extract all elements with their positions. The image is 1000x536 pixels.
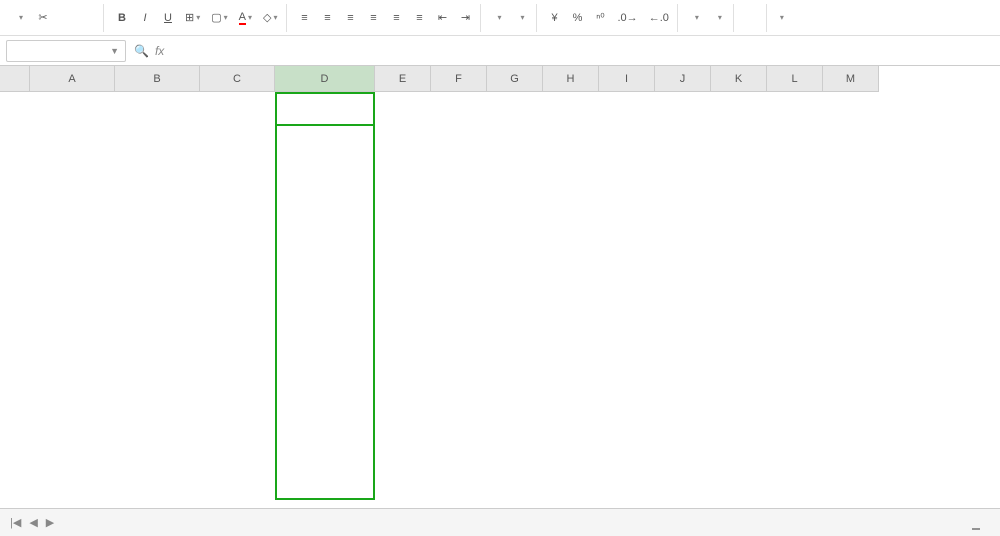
active-cell: [275, 92, 375, 126]
toolbar: ✂ B I U ⊞ ▢ A ◇ ≡ ≡ ≡ ≡ ≡ ≡ ⇤ ⇥ ¥ % ⁿ⁰ .…: [0, 0, 1000, 36]
paste-button[interactable]: [10, 7, 30, 29]
grid-area: ABCDEFGHIJKLM: [0, 66, 1000, 508]
col-header-F[interactable]: F: [431, 66, 487, 92]
col-header-K[interactable]: K: [711, 66, 767, 92]
comma-icon[interactable]: ⁿ⁰: [591, 7, 611, 29]
align-center-icon[interactable]: ≡: [387, 7, 407, 29]
sheet-nav-next[interactable]: ▶: [44, 516, 56, 529]
cut-icon[interactable]: ✂: [33, 7, 53, 29]
align-top-icon[interactable]: ≡: [295, 7, 315, 29]
align-middle-icon[interactable]: ≡: [318, 7, 338, 29]
col-header-E[interactable]: E: [375, 66, 431, 92]
col-header-J[interactable]: J: [655, 66, 711, 92]
col-header-H[interactable]: H: [543, 66, 599, 92]
selection-outline: [275, 92, 375, 500]
col-header-M[interactable]: M: [823, 66, 879, 92]
indent-dec-icon[interactable]: ⇤: [433, 7, 453, 29]
doc-helper-button[interactable]: [742, 7, 762, 29]
align-left-icon[interactable]: ≡: [364, 7, 384, 29]
decimal-inc-icon[interactable]: .0→: [614, 7, 642, 29]
caption: [972, 528, 980, 530]
underline-icon[interactable]: U: [158, 7, 178, 29]
fill-color-icon[interactable]: ▢: [207, 7, 231, 29]
fx-icon[interactable]: fx: [155, 44, 164, 58]
decimal-dec-icon[interactable]: ←.0: [645, 7, 673, 29]
col-header-G[interactable]: G: [487, 66, 543, 92]
col-header-C[interactable]: C: [200, 66, 275, 92]
col-header-D[interactable]: D: [275, 66, 375, 92]
percent-icon[interactable]: %: [568, 7, 588, 29]
name-box[interactable]: ▼: [6, 40, 126, 62]
col-header-I[interactable]: I: [599, 66, 655, 92]
align-bottom-icon[interactable]: ≡: [341, 7, 361, 29]
sheets-bar: |◀ ◀ ▶: [0, 508, 1000, 536]
col-header-A[interactable]: A: [30, 66, 115, 92]
col-header-L[interactable]: L: [767, 66, 823, 92]
format-painter-button[interactable]: [79, 7, 99, 29]
sheet-nav-first[interactable]: |◀: [8, 516, 23, 529]
cell-style-button[interactable]: [709, 7, 729, 29]
conditional-format-button[interactable]: [686, 7, 706, 29]
sheet-nav-prev[interactable]: ◀: [27, 516, 39, 529]
formula-row: ▼ 🔍 fx: [0, 36, 1000, 66]
merge-button[interactable]: [489, 7, 509, 29]
font-color-icon[interactable]: A: [235, 7, 256, 29]
font-effects-icon[interactable]: ◇: [259, 7, 281, 29]
copy-button[interactable]: [56, 7, 76, 29]
bold-icon[interactable]: B: [112, 7, 132, 29]
formula-search-icon[interactable]: 🔍: [134, 44, 149, 58]
col-header-B[interactable]: B: [115, 66, 200, 92]
chevron-down-icon: ▼: [110, 46, 119, 56]
select-all-corner[interactable]: [0, 66, 30, 92]
indent-inc-icon[interactable]: ⇥: [456, 7, 476, 29]
find-button[interactable]: [771, 7, 791, 29]
border-icon[interactable]: ⊞: [181, 7, 204, 29]
wrap-button[interactable]: [512, 7, 532, 29]
italic-icon[interactable]: I: [135, 7, 155, 29]
align-right-icon[interactable]: ≡: [410, 7, 430, 29]
currency-icon[interactable]: ¥: [545, 7, 565, 29]
formula-bar[interactable]: [172, 49, 994, 53]
